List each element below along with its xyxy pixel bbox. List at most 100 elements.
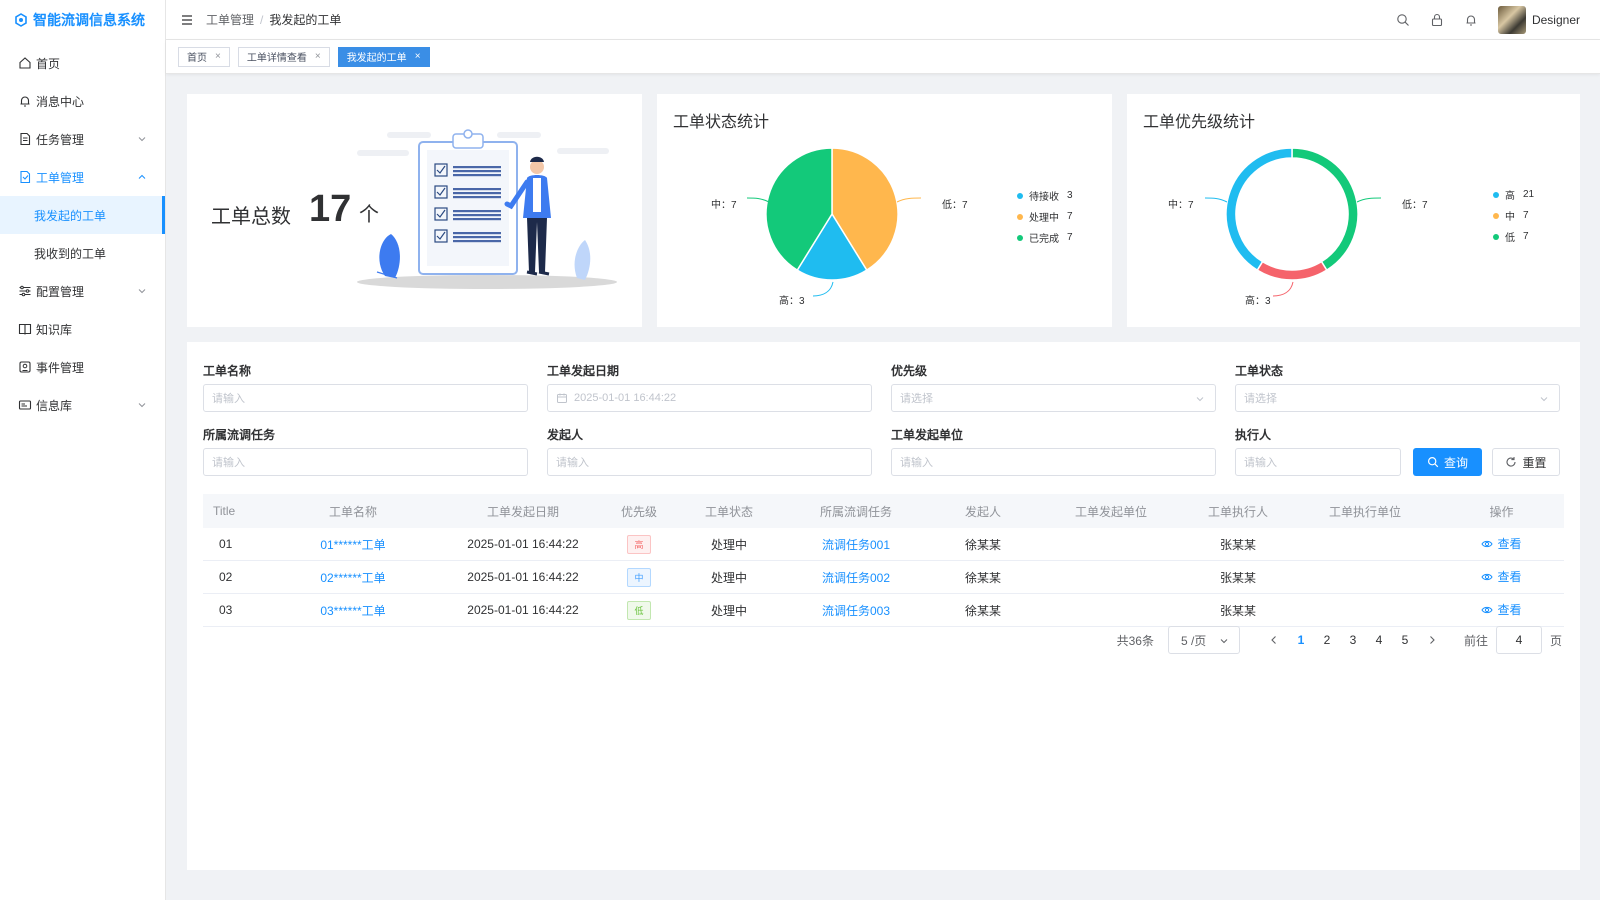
- sidebar-item-label: 工单管理: [36, 170, 85, 185]
- task-input[interactable]: 请输入: [203, 448, 528, 476]
- tag-my-initiated[interactable]: 我发起的工单 ×: [337, 46, 430, 67]
- column-header: 工单名称: [328, 504, 377, 519]
- pie-slice-低[interactable]: [1291, 147, 1359, 272]
- column-header: Title: [213, 504, 236, 518]
- workorder-name-link[interactable]: 01******工单: [320, 538, 385, 552]
- page-number[interactable]: 5: [1392, 633, 1418, 647]
- executor-input[interactable]: 请输入: [1235, 448, 1401, 476]
- sidebar-item-tasks[interactable]: 任务管理: [0, 120, 165, 158]
- legend-item[interactable]: 中7: [1493, 205, 1534, 226]
- chevron-left-icon[interactable]: [1268, 634, 1280, 646]
- legend-name: 高: [1505, 191, 1515, 202]
- cell-date: 2025-01-01 16:44:22: [467, 570, 579, 584]
- goto-suffix: 页: [1549, 633, 1562, 648]
- sidebar-item-events[interactable]: 事件管理: [0, 348, 165, 386]
- tag-label: 工单详情查看: [246, 53, 307, 64]
- cell-executor: 张某某: [1219, 537, 1256, 552]
- cell-date: 2025-01-01 16:44:22: [467, 537, 579, 551]
- filter-label-task: 所属流调任务: [203, 428, 276, 442]
- workorder-name-link[interactable]: 02******工单: [320, 571, 385, 585]
- pie-slice-高[interactable]: [1256, 260, 1328, 281]
- top-header: 工单管理 / 我发起的工单 Designer: [166, 0, 1600, 40]
- chevron-down-icon: [1540, 397, 1548, 402]
- tag-label: 首页: [187, 53, 207, 64]
- sidebar-item-my-initiated[interactable]: 我发起的工单: [0, 196, 165, 234]
- initiator-input[interactable]: 请输入: [547, 448, 872, 476]
- legend-dot: [1493, 191, 1499, 198]
- task-link[interactable]: 流调任务001: [822, 538, 890, 552]
- reset-button[interactable]: 重置: [1492, 448, 1560, 476]
- search-icon[interactable]: [1396, 13, 1410, 27]
- sidebar-item-home[interactable]: 首页: [0, 44, 165, 82]
- cell-date: 2025-01-01 16:44:22: [467, 603, 579, 617]
- breadcrumb-item[interactable]: 工单管理: [206, 11, 254, 28]
- goto-page-input[interactable]: 4: [1495, 626, 1542, 654]
- status-slice-label-high: 高：3: [779, 296, 805, 307]
- filter-label-name: 工单名称: [203, 364, 252, 378]
- sidebar-item-messages[interactable]: 消息中心: [0, 82, 165, 120]
- filter-label-initiator: 发起人: [547, 428, 584, 442]
- avatar[interactable]: [1497, 6, 1526, 34]
- status-select[interactable]: 请选择: [1235, 384, 1560, 412]
- date-picker[interactable]: 2025-01-01 16:44:22: [547, 384, 872, 412]
- cell-executor: 张某某: [1219, 603, 1256, 618]
- priority-select[interactable]: 请选择: [891, 384, 1216, 412]
- legend-item[interactable]: 低7: [1493, 226, 1534, 247]
- legend-item[interactable]: 待接收 3: [1017, 185, 1073, 206]
- breadcrumb-separator: /: [260, 12, 264, 27]
- task-link[interactable]: 流调任务002: [822, 571, 890, 585]
- sidebar-item-knowledge[interactable]: 知识库: [0, 310, 165, 348]
- page-number[interactable]: 2: [1314, 633, 1340, 647]
- search-button[interactable]: 查询: [1413, 448, 1482, 476]
- view-button[interactable]: 查看: [1481, 568, 1522, 585]
- page-number[interactable]: 4: [1366, 633, 1392, 647]
- total-count: 17: [309, 188, 352, 230]
- legend-name: 处理中: [1029, 213, 1059, 224]
- tag-home[interactable]: 首页 ×: [178, 46, 230, 67]
- close-icon[interactable]: ×: [315, 51, 321, 62]
- chevron-right-icon[interactable]: [1426, 634, 1438, 646]
- lock-icon[interactable]: [1430, 13, 1444, 27]
- event-icon: [19, 361, 31, 373]
- label-leader-line: [896, 197, 922, 203]
- legend-item[interactable]: 高 21: [1493, 184, 1534, 205]
- bell-icon: [20, 96, 30, 107]
- view-button[interactable]: 查看: [1481, 535, 1522, 552]
- sidebar-item-infobase[interactable]: 信息库: [0, 386, 165, 424]
- id-card-icon: [18, 400, 32, 410]
- unit-input[interactable]: 请输入: [891, 448, 1216, 476]
- legend-item[interactable]: 已完成 7: [1017, 227, 1073, 248]
- app-logo[interactable]: 智能流调信息系统: [0, 0, 165, 40]
- pie-slice-中[interactable]: [1225, 147, 1293, 272]
- status-slice-label-mid: 中：7: [711, 200, 737, 211]
- sidebar-item-my-received[interactable]: 我收到的工单: [0, 234, 165, 272]
- legend-dot: [1017, 192, 1023, 199]
- cell-id: 01: [219, 537, 233, 551]
- view-label: 查看: [1497, 570, 1522, 585]
- reset-button-label: 重置: [1522, 455, 1547, 470]
- close-icon[interactable]: ×: [215, 51, 221, 62]
- view-button[interactable]: 查看: [1481, 601, 1522, 618]
- page-size-select[interactable]: 5 /页: [1167, 626, 1240, 654]
- task-link[interactable]: 流调任务003: [822, 604, 890, 618]
- tag-workorder-detail[interactable]: 工单详情查看 ×: [237, 46, 330, 67]
- workorder-name-link[interactable]: 03******工单: [320, 604, 385, 618]
- close-icon[interactable]: ×: [415, 51, 421, 62]
- sidebar-item-config[interactable]: 配置管理: [0, 272, 165, 310]
- page-number[interactable]: 1: [1288, 633, 1314, 647]
- filter-label-unit: 工单发起单位: [891, 428, 964, 442]
- notification-bell-icon[interactable]: [1464, 13, 1478, 27]
- label-leader-line: [746, 197, 770, 203]
- name-input[interactable]: 请输入: [203, 384, 528, 412]
- cell-initiator: 徐某某: [964, 537, 1001, 552]
- cell-id: 03: [219, 603, 233, 617]
- priority-badge: 中: [627, 567, 651, 587]
- hamburger-icon[interactable]: [180, 13, 194, 27]
- user-name[interactable]: Designer: [1532, 13, 1580, 27]
- legend-name: 中: [1505, 212, 1515, 223]
- legend-item[interactable]: 处理中 7: [1017, 206, 1073, 227]
- priority-slice-label-mid: 中：7: [1168, 200, 1194, 211]
- sidebar-item-workorders[interactable]: 工单管理: [0, 158, 165, 196]
- page-number[interactable]: 3: [1340, 633, 1366, 647]
- search-icon: [1427, 456, 1439, 468]
